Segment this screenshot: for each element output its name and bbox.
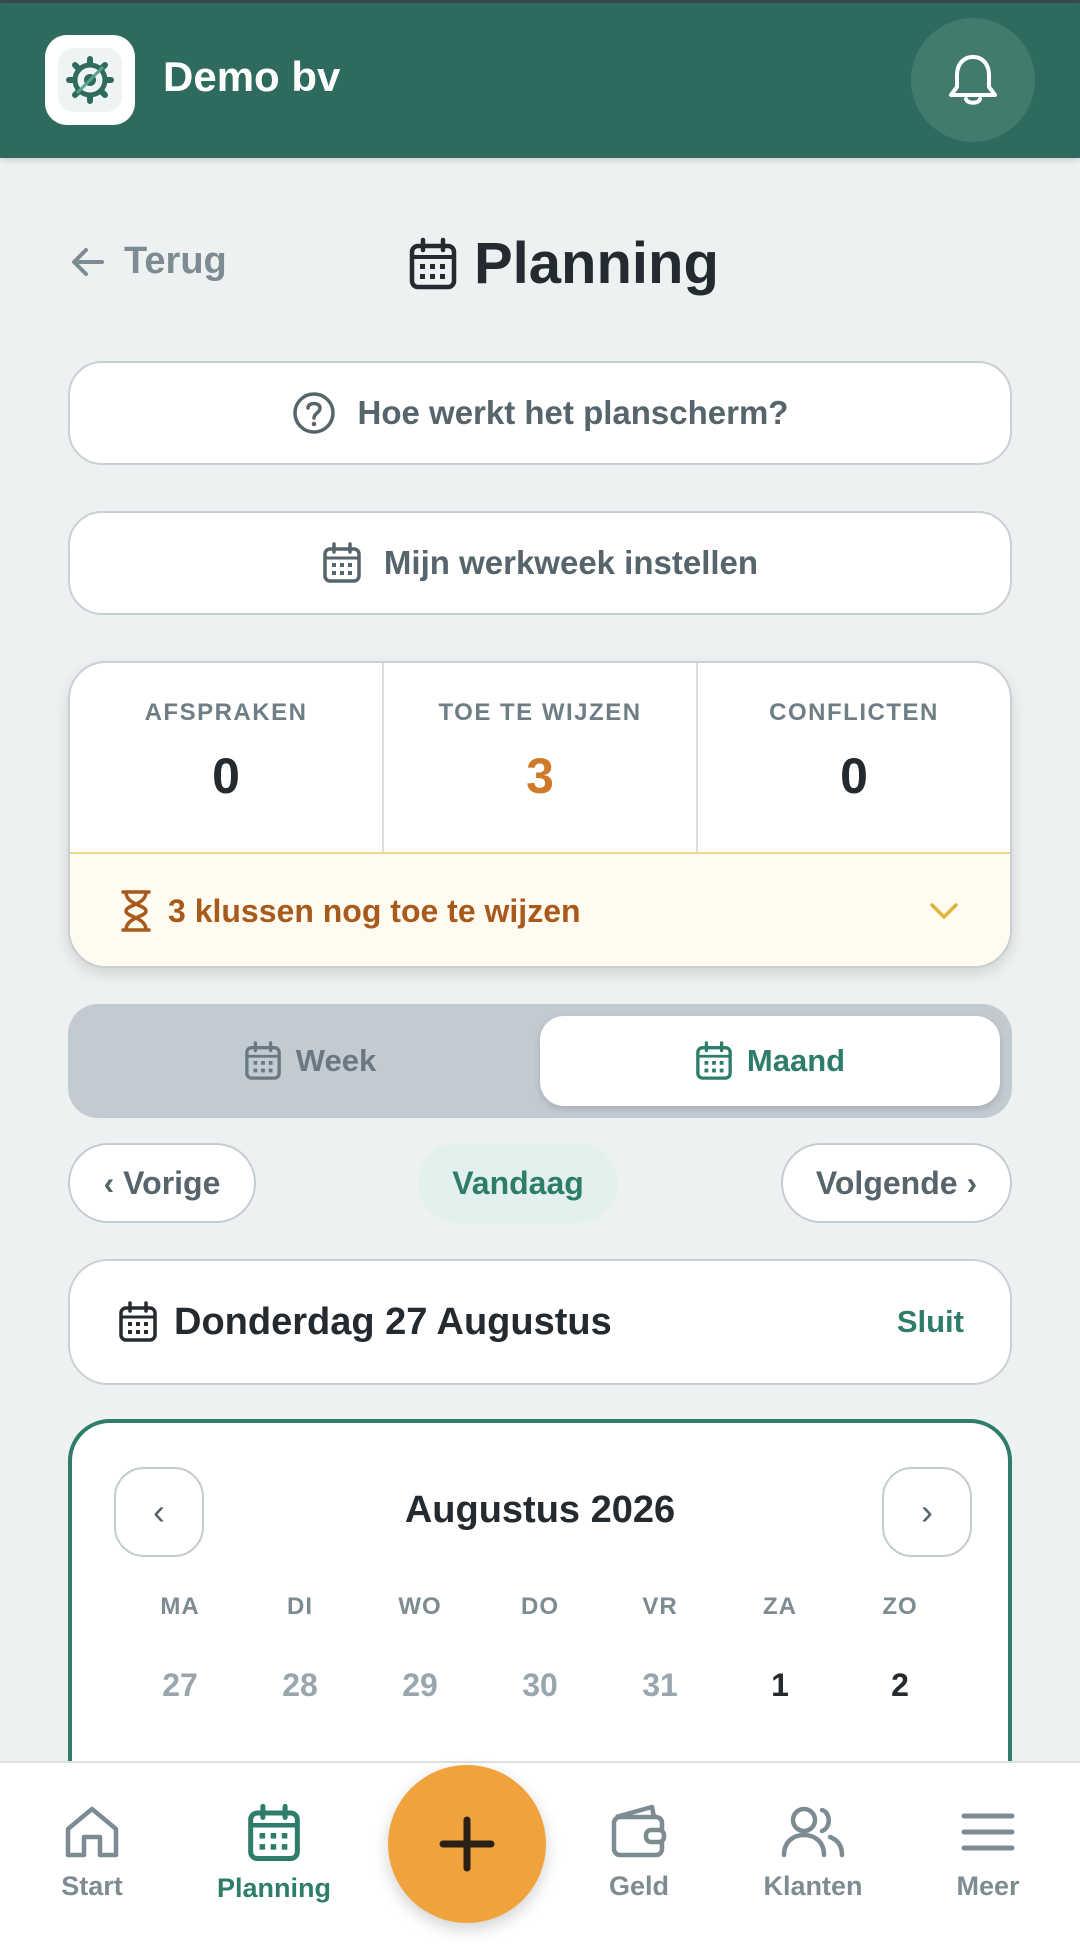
toggle-week-label: Week [295,1043,377,1078]
wallet-icon [611,1804,667,1858]
calendar-day[interactable]: 30 [480,1667,600,1704]
calendar-week-row: 27 28 29 30 31 1 2 [120,1667,960,1704]
menu-icon [961,1813,1015,1851]
nav-klanten[interactable]: Klanten [733,1803,893,1902]
company-name: Demo bv [163,53,341,100]
back-button[interactable]: Terug [70,240,227,283]
page-title-text: Planning [474,231,719,296]
stat-label: AFSPRAKEN [144,699,308,726]
calendar-weekdays: MA DI WO DO VR ZA ZO [120,1593,960,1621]
help-label: Hoe werkt het planscherm? [357,394,789,431]
calendar-day[interactable]: 1 [720,1667,840,1704]
toggle-week[interactable]: Week [80,1016,540,1106]
calendar-day[interactable]: 31 [600,1667,720,1704]
next-button[interactable]: Volgende › [781,1143,1012,1223]
bell-icon [949,55,997,105]
calendar-day[interactable]: 29 [360,1667,480,1704]
view-toggle: Week Maand [68,1004,1012,1118]
weekday-label: DO [521,1593,559,1620]
stat-to-assign: TOE TE WIJZEN 3 [384,663,698,852]
previous-button[interactable]: ‹ Vorige [68,1143,256,1223]
weekday-label: DI [287,1593,313,1620]
home-icon [65,1806,119,1858]
notifications-button[interactable] [911,18,1035,142]
nav-start[interactable]: Start [12,1803,172,1902]
calendar-icon [248,1803,300,1862]
workweek-button[interactable]: Mijn werkweek instellen [68,511,1012,615]
weekday-label: MA [160,1593,200,1620]
chevron-down-icon [930,903,958,919]
arrow-left-icon [72,247,104,276]
nav-label: Geld [608,1871,669,1901]
workweek-label: Mijn werkweek instellen [383,544,759,581]
weekday-label: WO [398,1593,442,1620]
nav-label: Start [61,1871,123,1901]
help-button[interactable]: Hoe werkt het planscherm? [68,361,1012,465]
calendar-day[interactable]: 2 [840,1667,960,1704]
calendar-icon [323,542,361,583]
calendar-icon [409,237,457,289]
today-button[interactable]: Vandaag [418,1143,618,1223]
close-date-button[interactable]: Sluit [897,1304,964,1340]
hourglass-icon [121,890,151,932]
stat-value: 0 [840,748,868,804]
toggle-month-label: Maand [746,1043,846,1078]
stat-value: 0 [212,748,240,804]
stat-appointments: AFSPRAKEN 0 [70,663,384,852]
selected-date-bar: Donderdag 27 Augustus Sluit [68,1259,1012,1385]
nav-geld[interactable]: Geld [559,1803,719,1902]
calendar-icon [244,1041,281,1080]
weekday-label: VR [642,1593,678,1620]
nav-label: Meer [956,1871,1020,1901]
toggle-month[interactable]: Maand [540,1016,1000,1106]
pending-text: 3 klussen nog toe te wijzen [168,892,581,929]
page-title: Planning [408,230,719,297]
nav-label: Klanten [763,1871,863,1901]
app-header: Demo bv [0,3,1080,158]
stats-card: AFSPRAKEN 0 TOE TE WIJZEN 3 CONFLICTEN 0… [68,661,1012,968]
calendar-next-month[interactable]: › [882,1467,972,1557]
back-label: Terug [124,240,227,282]
calendar-month-title: Augustus 2026 [404,1489,676,1531]
add-button[interactable] [388,1765,546,1923]
question-icon [292,392,335,434]
stat-value: 3 [526,748,554,804]
selected-date-label: Donderdag 27 Augustus [174,1300,612,1343]
users-icon [781,1806,845,1858]
stat-label: TOE TE WIJZEN [438,699,642,726]
nav-planning[interactable]: Planning [194,1803,354,1904]
nav-label: Planning [217,1873,331,1903]
nav-meer[interactable]: Meer [908,1803,1068,1902]
pending-jobs-toggle[interactable]: 3 klussen nog toe te wijzen [70,854,1010,966]
weekday-label: ZO [882,1593,918,1620]
calendar-day[interactable]: 27 [120,1667,240,1704]
calendar-icon [119,1301,157,1342]
calendar-day[interactable]: 28 [240,1667,360,1704]
company-logo[interactable] [45,35,135,125]
calendar-icon [696,1041,732,1080]
stat-label: CONFLICTEN [769,699,939,726]
stat-conflicts: CONFLICTEN 0 [698,663,1010,852]
weekday-label: ZA [763,1593,797,1620]
plus-icon [439,1816,495,1872]
gear-logo-icon [66,56,114,104]
